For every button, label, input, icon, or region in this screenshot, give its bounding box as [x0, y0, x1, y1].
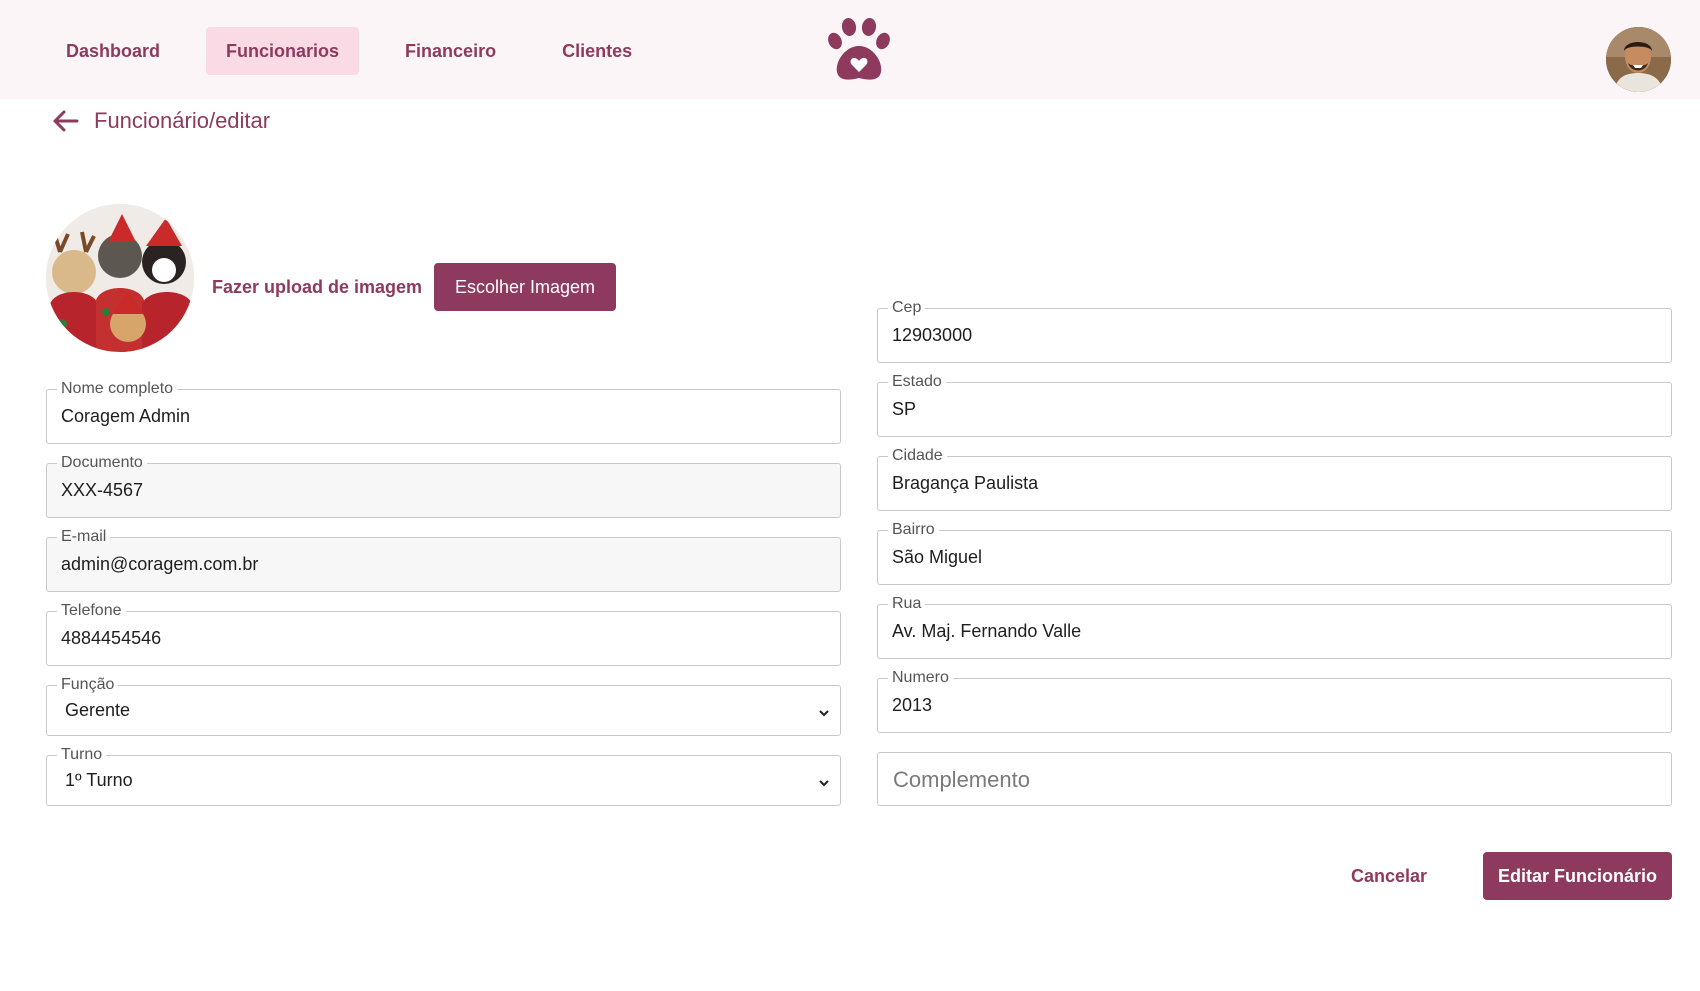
field-label: Estado: [888, 372, 946, 392]
complement-field[interactable]: Complemento: [877, 752, 1672, 806]
phone-value: 4884454546: [61, 628, 162, 648]
full-name-value: Coragem Admin: [61, 406, 191, 426]
number-value: 2013: [892, 695, 933, 715]
city-field[interactable]: Cidade Bragança Paulista: [877, 446, 1672, 511]
main-nav: Dashboard Funcionarios Financeiro Client…: [46, 27, 657, 75]
document-field[interactable]: Documento XXX-4567: [46, 453, 841, 518]
field-label: Documento: [57, 453, 147, 473]
street-field[interactable]: Rua Av. Maj. Fernando Valle: [877, 594, 1672, 659]
chevron-down-icon: [818, 776, 830, 788]
choose-image-button[interactable]: Escolher Imagem: [434, 263, 616, 311]
chevron-down-icon: [818, 706, 830, 718]
breadcrumb: Funcionário/editar: [48, 104, 270, 138]
field-label: Turno: [57, 745, 107, 765]
nav-item-funcionarios[interactable]: Funcionarios: [206, 27, 360, 75]
full-name-field[interactable]: Nome completo Coragem Admin: [46, 379, 841, 444]
role-value: Gerente: [65, 700, 131, 720]
shift-select[interactable]: Turno 1º Turno: [46, 745, 841, 806]
field-label: Nome completo: [57, 379, 178, 399]
document-value: XXX-4567: [61, 480, 144, 500]
field-label: Numero: [888, 668, 953, 688]
cancel-button[interactable]: Cancelar: [1329, 853, 1449, 899]
edit-employee-button[interactable]: Editar Funcionário: [1483, 852, 1672, 900]
upload-image-label: Fazer upload de imagem: [212, 277, 423, 297]
shift-value: 1º Turno: [65, 770, 133, 790]
field-label: Cidade: [888, 446, 947, 466]
district-field[interactable]: Bairro São Miguel: [877, 520, 1672, 585]
cep-field[interactable]: Cep 12903000: [877, 298, 1672, 363]
field-label: Função: [57, 675, 119, 695]
phone-field[interactable]: Telefone 4884454546: [46, 601, 841, 666]
city-value: Bragança Paulista: [892, 473, 1039, 493]
page-title: Funcionário/editar: [94, 108, 271, 133]
field-label: Cep: [888, 298, 926, 318]
email-field[interactable]: E-mail admin@coragem.com.br: [46, 527, 841, 592]
number-field[interactable]: Numero 2013: [877, 668, 1672, 733]
top-navbar: Dashboard Funcionarios Financeiro Client…: [0, 0, 1700, 99]
nav-item-financeiro[interactable]: Financeiro: [385, 27, 516, 75]
paw-heart-icon[interactable]: [825, 16, 893, 84]
field-label: E-mail: [57, 527, 111, 547]
state-field[interactable]: Estado SP: [877, 372, 1672, 437]
district-value: São Miguel: [892, 547, 983, 567]
role-select[interactable]: Função Gerente: [46, 675, 841, 736]
field-label: Telefone: [57, 601, 126, 621]
email-value: admin@coragem.com.br: [61, 554, 259, 574]
complement-placeholder: Complemento: [893, 767, 1030, 792]
user-avatar[interactable]: [1606, 27, 1671, 92]
nav-item-dashboard[interactable]: Dashboard: [46, 27, 180, 75]
state-value: SP: [892, 399, 917, 419]
nav-item-clientes[interactable]: Clientes: [542, 27, 652, 75]
field-label: Rua: [888, 594, 926, 614]
street-value: Av. Maj. Fernando Valle: [892, 621, 1082, 641]
cep-value: 12903000: [892, 325, 973, 345]
employee-photo: [46, 204, 194, 352]
field-label: Bairro: [888, 520, 939, 540]
arrow-left-icon[interactable]: [48, 104, 82, 138]
